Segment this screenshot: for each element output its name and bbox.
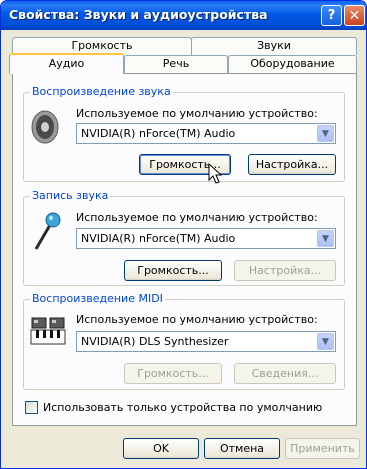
default-only-checkbox-label[interactable]: Использовать только устройства по умолча…: [43, 401, 322, 414]
tab-sounds[interactable]: Звуки: [191, 37, 357, 55]
tab-sounds-label: Звуки: [257, 39, 291, 52]
midi-device-select[interactable]: NVIDIA(R) DLS Synthesizer ▼: [76, 331, 336, 352]
midi-group-label: Воспроизведение MIDI: [30, 292, 165, 305]
sound-properties-window: Свойства: Звуки и аудиоустройства ? ✕ Гр…: [0, 0, 367, 469]
recording-device-select[interactable]: NVIDIA(R) nForce(TM) Audio ▼: [76, 228, 336, 249]
speaker-icon: [31, 110, 59, 144]
midi-device-label: Используемое по умолчанию устройство:: [76, 313, 318, 326]
tab-hardware[interactable]: Оборудование: [228, 55, 357, 73]
playback-device-label: Используемое по умолчанию устройство:: [76, 107, 318, 120]
default-only-checkbox[interactable]: [25, 401, 38, 414]
chevron-down-icon[interactable]: ▼: [317, 230, 334, 247]
playback-group: Воспроизведение звука Используемое по ум…: [23, 85, 345, 182]
midi-keyboard-icon: [30, 317, 66, 345]
midi-device-value: NVIDIA(R) DLS Synthesizer: [81, 335, 229, 348]
playback-group-label: Воспроизведение звука: [30, 85, 173, 98]
microphone-icon: [34, 212, 61, 250]
apply-button[interactable]: Применить: [285, 438, 360, 459]
tab-speech-label: Речь: [162, 57, 190, 70]
help-icon: ?: [327, 8, 336, 23]
recording-device-value: NVIDIA(R) nForce(TM) Audio: [81, 232, 236, 245]
tab-speech[interactable]: Речь: [124, 55, 228, 73]
tab-volume-label: Громкость: [71, 39, 133, 52]
window-title: Свойства: Звуки и аудиоустройства: [9, 7, 268, 22]
audio-tab-panel: Воспроизведение звука Используемое по ум…: [12, 73, 357, 426]
playback-settings-button[interactable]: Настройка...: [248, 154, 336, 175]
recording-group-label: Запись звука: [30, 189, 111, 202]
recording-group: Запись звука Используемое по умолчанию у…: [23, 189, 345, 286]
recording-volume-button[interactable]: Громкость...: [124, 260, 222, 281]
close-button[interactable]: ✕: [344, 5, 365, 26]
close-icon: ✕: [348, 7, 361, 24]
midi-volume-button[interactable]: Громкость...: [124, 363, 222, 384]
ok-button[interactable]: OK: [123, 438, 199, 459]
tab-audio[interactable]: Аудио: [9, 53, 124, 74]
midi-info-button[interactable]: Сведения...: [234, 363, 336, 384]
title-bar[interactable]: Свойства: Звуки и аудиоустройства ? ✕: [1, 1, 366, 30]
cancel-button[interactable]: Отмена: [204, 438, 280, 459]
recording-settings-button[interactable]: Настройка...: [234, 260, 336, 281]
tab-hardware-label: Оборудование: [250, 57, 335, 70]
playback-device-value: NVIDIA(R) nForce(TM) Audio: [81, 127, 236, 140]
playback-device-select[interactable]: NVIDIA(R) nForce(TM) Audio ▼: [76, 123, 336, 144]
midi-group: Воспроизведение MIDI Используемое по умо…: [23, 292, 345, 390]
help-button[interactable]: ?: [321, 5, 342, 26]
chevron-down-icon[interactable]: ▼: [317, 333, 334, 350]
chevron-down-icon[interactable]: ▼: [317, 125, 334, 142]
mouse-cursor-icon: [208, 163, 222, 184]
recording-device-label: Используемое по умолчанию устройство:: [76, 211, 318, 224]
tab-audio-label: Аудио: [48, 57, 85, 70]
